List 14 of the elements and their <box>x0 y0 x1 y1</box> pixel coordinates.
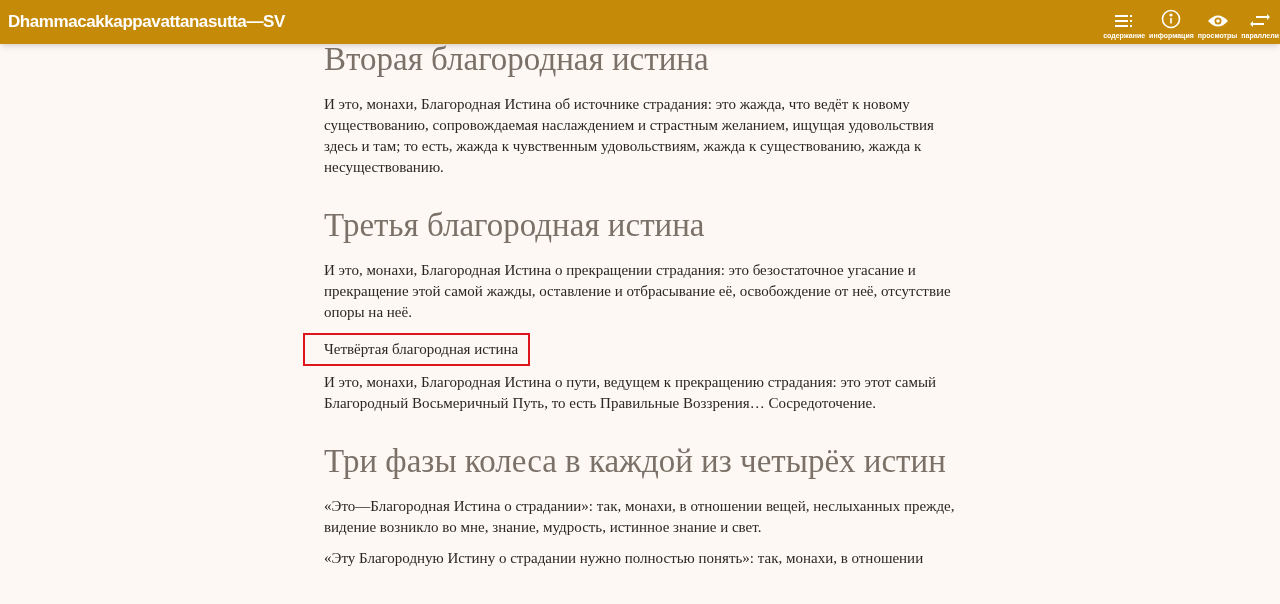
highlighted-paragraph: Четвёртая благородная истина <box>303 333 531 366</box>
page-title: Dhammacakkappavattanasutta—SV <box>8 11 285 34</box>
swap-arrows-icon <box>1250 11 1271 29</box>
body-paragraph: И это, монахи, Благородная Истина о прекращении страдания: это безостаточное угасание и прекращение этой самой жажды, оставление и отбрасывание её, освобождение от неё, отсутствие опоры на неё. <box>324 261 952 322</box>
body-paragraph: «Эту Благородную Истину о страдании нужно полностью понять»: так, монахи, в отношении <box>324 549 925 568</box>
body-paragraph: И это, монахи, Благородная Истина о пути, ведущем к прекращению страдания: это этот самый Благородный Восьмеричный Путь, то есть Правильные Воззрения… Сосредоточение. <box>324 373 937 413</box>
menu-icon <box>1114 13 1135 29</box>
info-icon <box>1161 9 1182 29</box>
section-heading: Три фазы колеса в каждой из четырёх истин <box>324 442 947 481</box>
section-heading: Третья благородная истина <box>324 206 706 245</box>
body-paragraph: «Это—Благородная Истина о страдании»: так, монахи, в отношении вещей, неслыханных прежде, видение возникло во мне, знание, мудрость, истинное знание и свет. <box>324 497 956 537</box>
eye-icon <box>1206 13 1229 29</box>
body-paragraph: И это, монахи, Благородная Истина об источнике страдания: это жажда, что ведёт к новому существованию, сопровождаемая наслаждением и страстным желанием, ищущая удовольствия здесь и там; то есть, жажда к чувственным удовольствиям, жажда к существованию, жажда к несуществованию. <box>324 95 935 177</box>
section-heading: Вторая благородная истина <box>324 44 710 79</box>
